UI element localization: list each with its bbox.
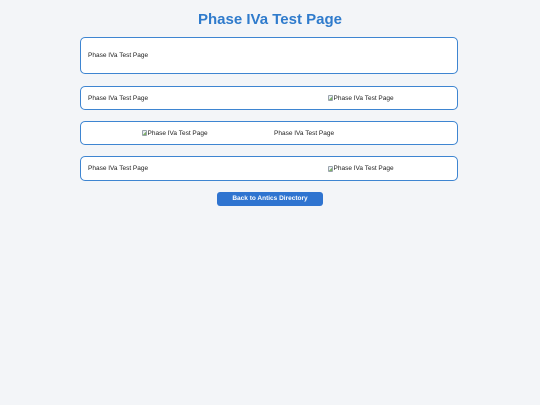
card-2-image-alt: Phase IVa Test Page [333,94,394,102]
broken-image-icon [328,165,333,172]
broken-image-icon [142,130,147,136]
card-4-image-alt: Phase IVa Test Page [333,165,394,172]
card-3-text: Phase IVa Test Page [274,129,335,137]
card-1-text: Phase IVa Test Page [88,52,149,59]
test-card-3: Phase IVa Test Page Phase IVa Test Page [80,121,458,145]
card-4-image: Phase IVa Test Page [328,165,394,172]
card-3-image: Phase IVa Test Page [142,130,208,137]
card-2-image: Phase IVa Test Page [328,95,394,102]
card-3-image-alt: Phase IVa Test Page [147,129,208,137]
test-card-1: Phase IVa Test Page [80,37,458,74]
broken-image-icon [328,95,333,101]
card-2-text: Phase IVa Test Page [88,94,149,102]
test-card-2: Phase IVa Test Page Phase IVa Test Page [80,86,458,110]
test-card-4: Phase IVa Test Page Phase IVa Test Page [80,156,458,181]
back-to-directory-button[interactable]: Back to Antics Directory [217,192,323,206]
page-title: Phase IVa Test Page [198,11,342,28]
card-4-text: Phase IVa Test Page [88,165,149,172]
